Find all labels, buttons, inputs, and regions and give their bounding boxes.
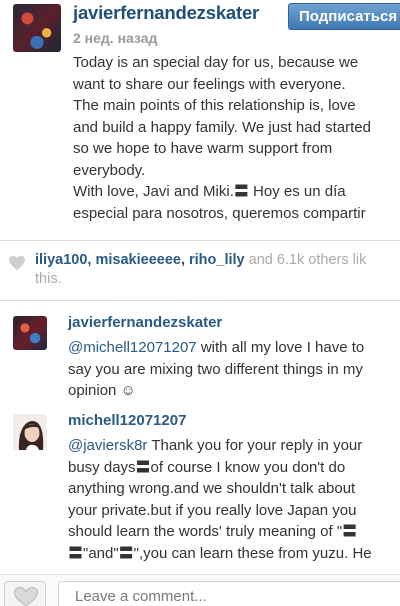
liker-link[interactable]: iliya100 (35, 252, 87, 268)
comment-username[interactable]: javierfernandezskater (68, 314, 222, 331)
follow-button[interactable]: Подписаться (288, 3, 400, 30)
mention-link[interactable]: @javiersk8r (68, 437, 147, 454)
comment-input[interactable] (58, 581, 400, 606)
avatar-portrait-icon (13, 414, 47, 450)
comment-item: michell12071207 @javiersk8r Thank you fo… (0, 412, 400, 575)
post-author-avatar[interactable] (13, 4, 61, 52)
comment-bar (0, 574, 400, 606)
liker-link[interactable]: riho_lily (189, 252, 245, 268)
mention-link[interactable]: @michell12071207 (68, 339, 197, 356)
comment-text: @michell12071207 with all my love I have… (68, 337, 398, 407)
post-caption: Today is an special day for us, because … (73, 54, 371, 222)
comment-text: @javiersk8r Thank you for your reply in … (68, 435, 398, 575)
liker-link[interactable]: misakieeeee (95, 252, 180, 268)
heart-outline-icon (13, 586, 39, 606)
divider (0, 300, 400, 301)
likes-summary: iliya100, misakieeeee, riho_lily and 6.1… (0, 245, 400, 297)
comment-username[interactable]: michell12071207 (68, 412, 186, 429)
comment-body: Thank you for your reply in your busy da… (68, 437, 372, 562)
post-author-username[interactable]: javierfernandezskater (73, 2, 259, 24)
post-timestamp: 2 нед. назад (73, 30, 158, 46)
post-header: javierfernandezskater 2 нед. назад Подпи… (0, 0, 400, 238)
heart-icon (9, 255, 25, 271)
divider (0, 240, 400, 241)
likes-separator: , (180, 252, 190, 268)
like-button[interactable] (4, 581, 46, 606)
comment-item: javierfernandezskater @michell12071207 w… (0, 314, 400, 408)
comment-author-avatar[interactable] (13, 316, 47, 350)
comment-author-avatar[interactable] (13, 414, 47, 450)
likes-text: iliya100, misakieeeee, riho_lily and 6.1… (35, 251, 400, 289)
